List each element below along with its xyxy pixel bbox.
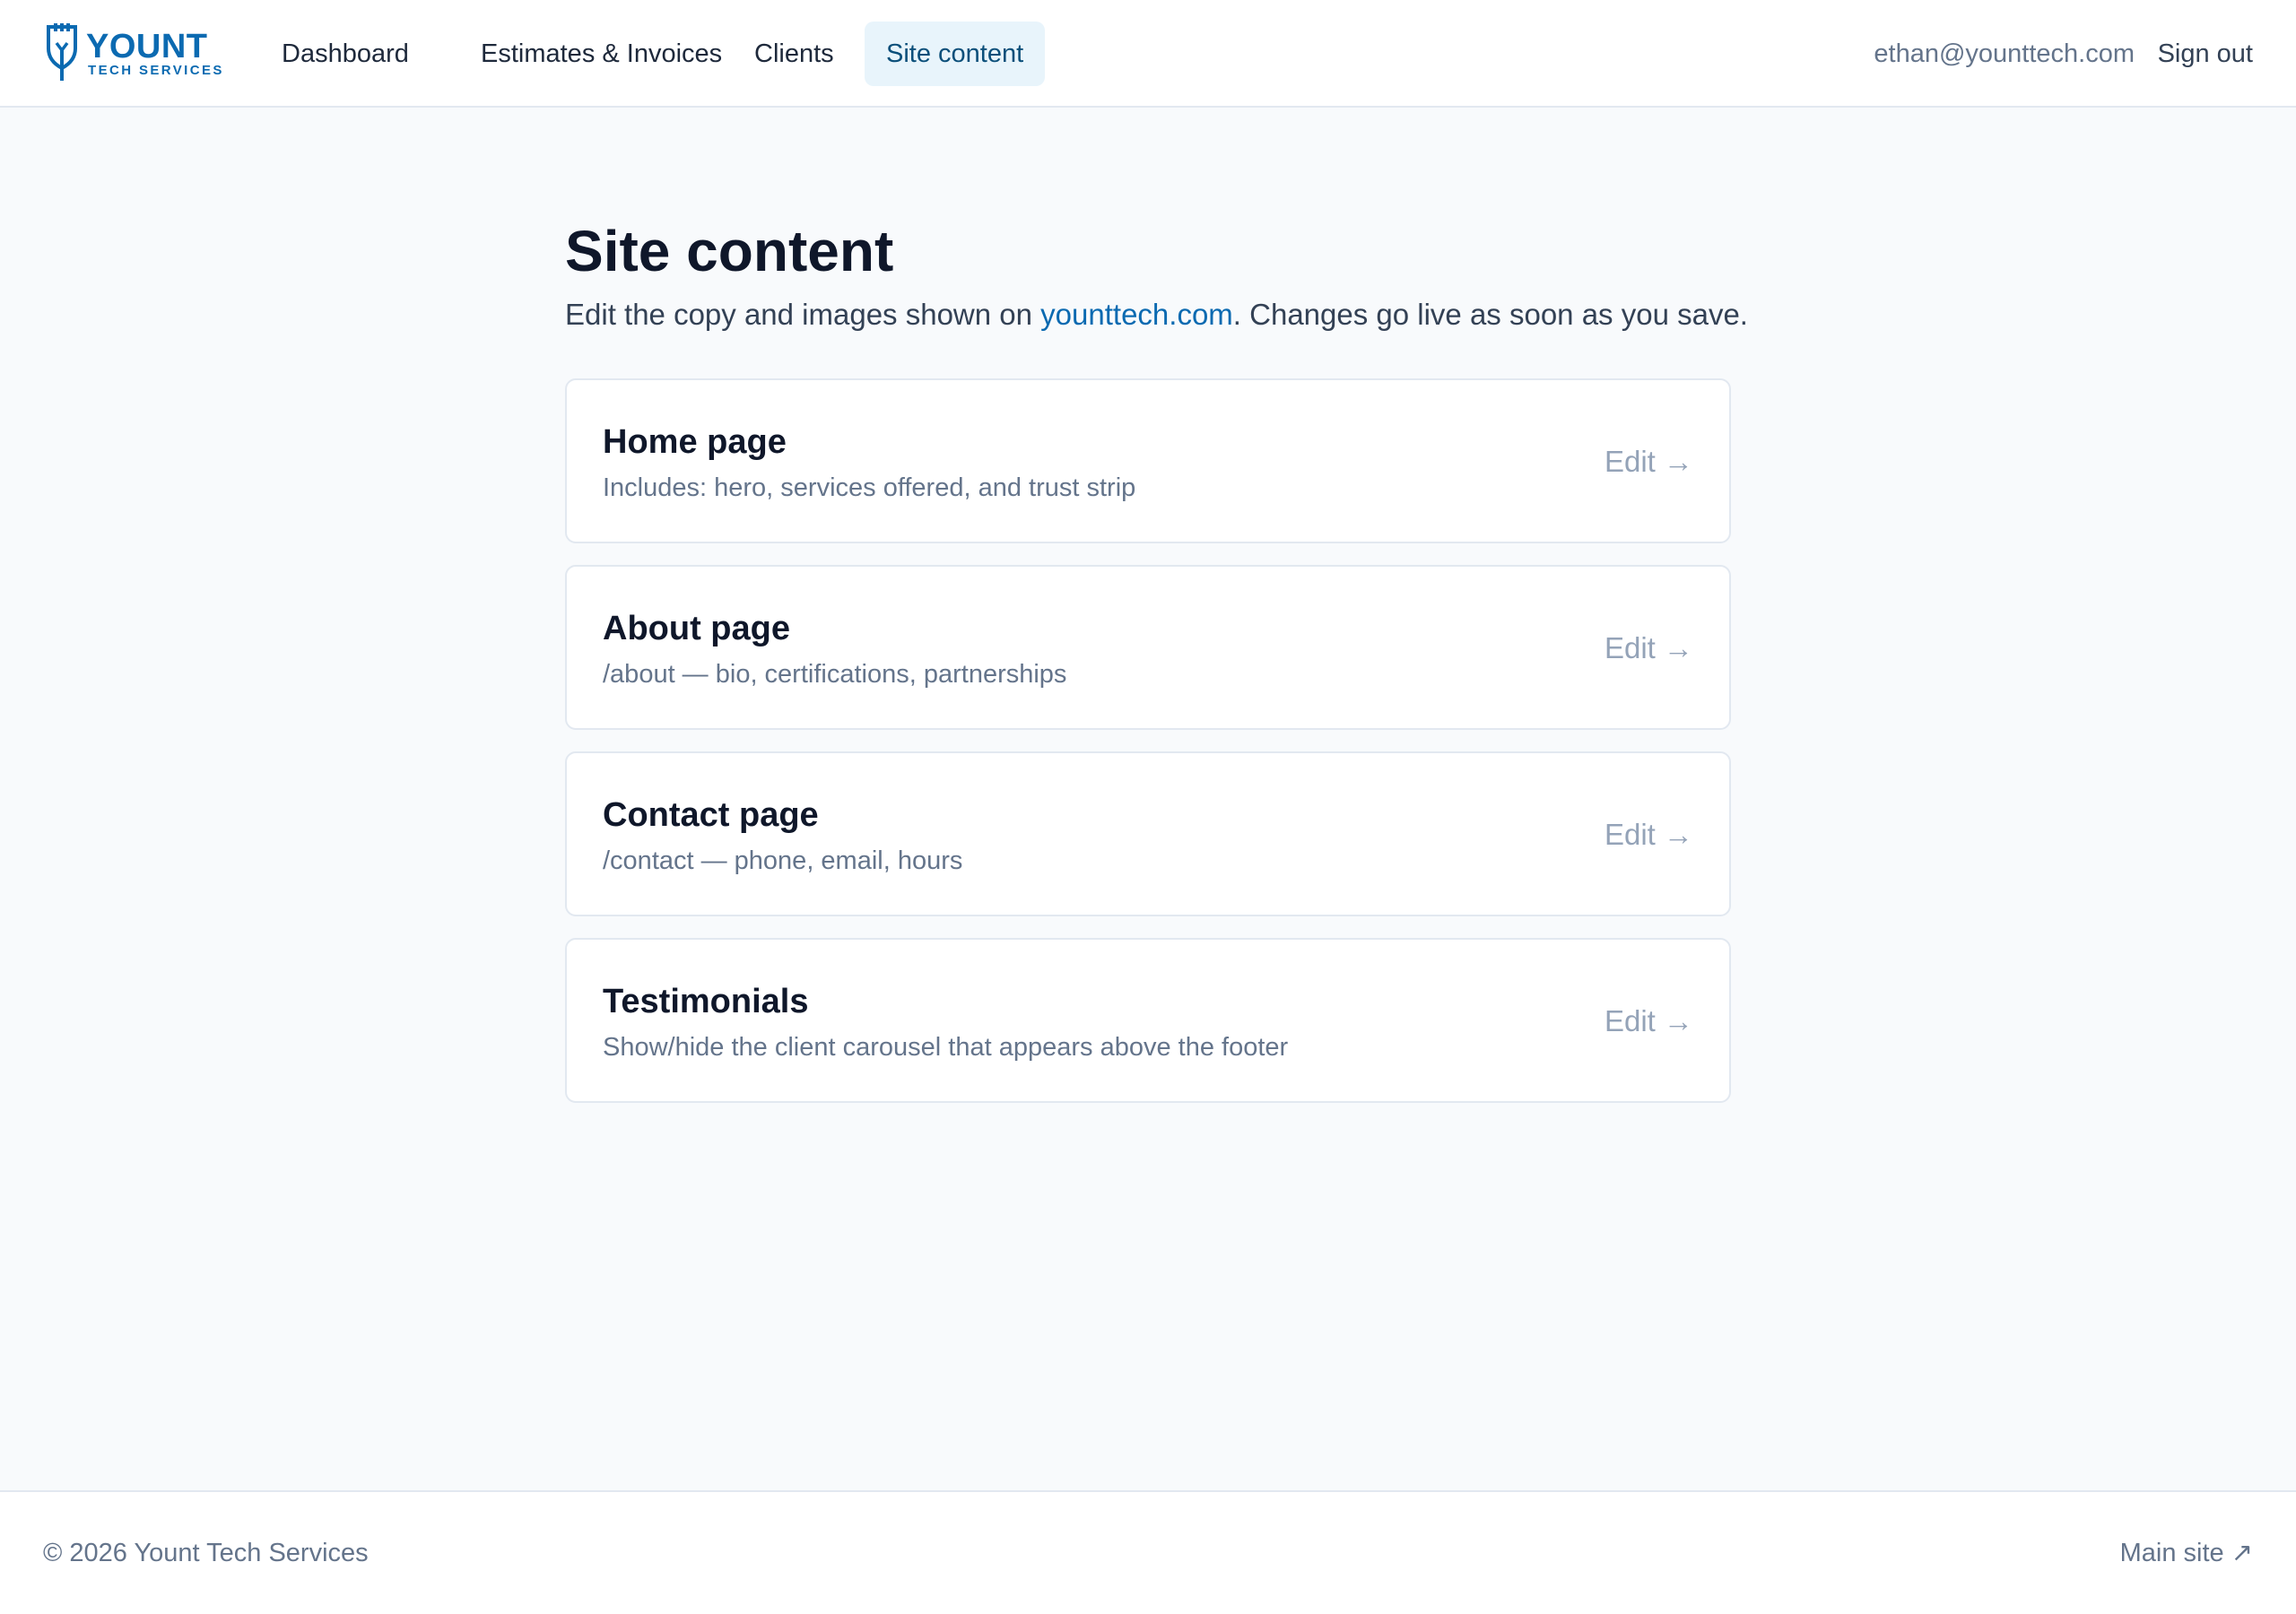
page-title: Site content <box>565 219 894 283</box>
page-subtitle: Edit the copy and images shown on yountt… <box>565 294 1748 335</box>
user-email: ethan@younttech.com <box>1874 39 2135 68</box>
edit-link[interactable]: Edit → <box>1605 628 1693 669</box>
card-description: Show/hide the client carousel that appea… <box>603 1033 1289 1062</box>
edit-link[interactable]: Edit → <box>1605 1001 1693 1042</box>
card-home-page[interactable]: Home page Includes: hero, services offer… <box>565 378 1731 543</box>
shield-plug-icon <box>47 23 77 81</box>
card-about-page[interactable]: About page /about — bio, certifications,… <box>565 565 1731 730</box>
card-title: Testimonials <box>603 983 809 1020</box>
logo-tagline: TECH SERVICES <box>88 63 224 78</box>
nav-site-content[interactable]: Site content <box>865 22 1046 86</box>
brand-logo[interactable]: YOUNT TECH SERVICES <box>43 22 222 82</box>
card-testimonials[interactable]: Testimonials Show/hide the client carous… <box>565 938 1731 1103</box>
edit-link[interactable]: Edit → <box>1605 441 1693 482</box>
main-site-link[interactable]: Main site ↗ <box>2120 1535 2253 1571</box>
nav-dashboard[interactable]: Dashboard <box>260 22 430 86</box>
site-link[interactable]: younttech.com <box>1040 298 1233 331</box>
subtitle-suffix: . Changes go live as soon as you save. <box>1232 298 1748 331</box>
subtitle-prefix: Edit the copy and images shown on <box>565 298 1041 331</box>
card-title: Home page <box>603 423 787 461</box>
logo-wordmark: YOUNT <box>86 28 208 65</box>
card-description: /contact — phone, email, hours <box>603 846 963 875</box>
card-description: /about — bio, certifications, partnershi… <box>603 660 1067 689</box>
card-contact-page[interactable]: Contact page /contact — phone, email, ho… <box>565 751 1731 916</box>
sign-out-link[interactable]: Sign out <box>2158 32 2253 75</box>
copyright-text: © 2026 Yount Tech Services <box>43 1539 369 1567</box>
page-footer: © 2026 Yount Tech Services Main site ↗ <box>0 1490 2296 1614</box>
card-title: About page <box>603 610 790 647</box>
card-description: Includes: hero, services offered, and tr… <box>603 473 1136 502</box>
nav-estimates-invoices[interactable]: Estimates & Invoices <box>459 22 744 86</box>
card-title: Contact page <box>603 796 819 834</box>
top-nav-bar: YOUNT TECH SERVICES Dashboard Estimates … <box>0 0 2296 108</box>
content-section-list: Home page Includes: hero, services offer… <box>565 378 1731 1103</box>
nav-clients[interactable]: Clients <box>733 22 856 86</box>
main-content: Site content Edit the copy and images sh… <box>565 215 1748 1124</box>
edit-link[interactable]: Edit → <box>1605 814 1693 855</box>
